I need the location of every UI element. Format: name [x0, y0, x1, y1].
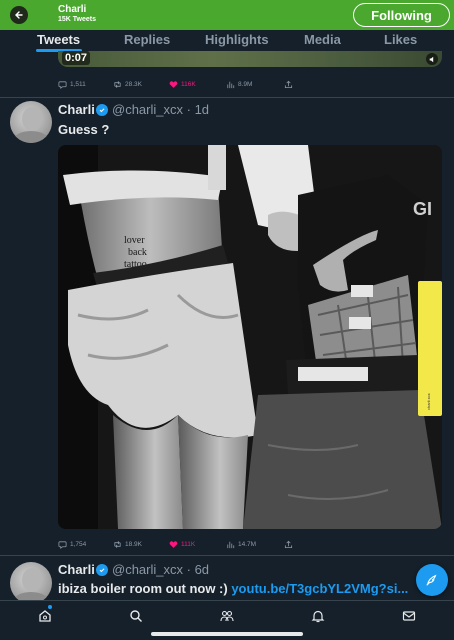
- like-count: 116K: [181, 81, 196, 88]
- vest-text: GI: [413, 199, 432, 219]
- tweet-text-body: ibiza boiler room out now :): [58, 581, 232, 596]
- unread-indicator-dot: [48, 605, 52, 609]
- back-arrow-icon: [15, 11, 23, 19]
- views-count: 8.9M: [238, 81, 253, 88]
- tweet-link[interactable]: youtu.be/T3gcbYL2VMg?si...: [231, 581, 408, 596]
- avatar[interactable]: [10, 101, 52, 143]
- heart-filled-icon: [169, 81, 178, 88]
- header-tweet-count: 15K Tweets: [58, 16, 96, 23]
- tab-tweets[interactable]: Tweets: [37, 32, 80, 47]
- notifications-icon[interactable]: [311, 609, 325, 623]
- tweet-photo[interactable]: lover back tattoo GI charli xcx: [58, 145, 442, 529]
- tweet-handle-text: @charli_xcx: [112, 562, 183, 577]
- mute-icon[interactable]: [426, 53, 438, 65]
- tab-media[interactable]: Media: [304, 32, 341, 47]
- compose-icon: [426, 574, 437, 586]
- views-button[interactable]: 8.9M: [226, 80, 252, 89]
- views-icon: [227, 541, 235, 549]
- tweet-author-name[interactable]: Charli: [58, 102, 95, 117]
- reply-button[interactable]: 1,754: [58, 540, 86, 549]
- communities-icon[interactable]: [220, 609, 234, 623]
- reply-icon: [58, 541, 67, 549]
- tattoo-text: back: [128, 247, 147, 258]
- video-player[interactable]: 0:07: [58, 51, 442, 67]
- share-button[interactable]: [284, 540, 293, 549]
- retweet-button[interactable]: 28.3K: [113, 80, 142, 89]
- tweet-text: Guess ?: [58, 122, 110, 137]
- tweet-divider: [0, 555, 454, 556]
- verified-badge-icon: [96, 104, 108, 116]
- tweet-text: ibiza boiler room out now :) youtu.be/T3…: [58, 581, 408, 596]
- messages-icon[interactable]: [402, 609, 416, 623]
- retweet-icon: [114, 541, 121, 548]
- profile-tabs: Tweets Replies Highlights Media Likes: [0, 30, 454, 52]
- tab-highlights[interactable]: Highlights: [205, 32, 269, 47]
- retweet-count: 18.9K: [125, 541, 142, 548]
- views-icon: [227, 81, 235, 89]
- heart-filled-icon: [169, 541, 178, 548]
- video-time: 0:07: [62, 51, 91, 65]
- share-icon: [284, 540, 293, 549]
- tweet-time: 1d: [194, 102, 210, 117]
- tweet-actions: 1,754 18.9K 111K 14.7M: [58, 540, 358, 552]
- header-name: Charli: [58, 4, 87, 15]
- retweet-button[interactable]: 18.9K: [113, 540, 142, 549]
- back-button[interactable]: [10, 6, 28, 24]
- reply-button[interactable]: 1,511: [58, 80, 86, 89]
- verified-badge-icon: [96, 564, 108, 576]
- retweet-count: 28.3K: [125, 81, 142, 88]
- tab-likes[interactable]: Likes: [384, 32, 417, 47]
- like-button[interactable]: 111K: [169, 540, 195, 549]
- following-button[interactable]: Following: [353, 3, 450, 27]
- share-icon: [284, 80, 293, 89]
- prev-tweet-actions: 1,511 28.3K 116K 8.9M: [58, 80, 358, 92]
- sticky-note-text: charli xcx: [426, 393, 431, 410]
- like-count: 111K: [181, 541, 196, 548]
- tweet-handle-text: @charli_xcx: [112, 102, 183, 117]
- reply-icon: [58, 81, 67, 89]
- tweet-divider: [0, 97, 454, 98]
- home-icon[interactable]: [38, 609, 52, 623]
- tweet-author-handle[interactable]: @charli_xcx · 6d: [112, 562, 209, 577]
- compose-button[interactable]: [416, 564, 448, 596]
- tweet-time: 6d: [194, 562, 210, 577]
- reply-count: 1,754: [70, 541, 87, 548]
- tattoo-text: lover: [124, 235, 145, 246]
- search-icon[interactable]: [129, 609, 143, 623]
- avatar[interactable]: [10, 562, 52, 604]
- like-button[interactable]: 116K: [169, 80, 196, 89]
- home-indicator-bar[interactable]: [151, 632, 303, 636]
- views-button[interactable]: 14.7M: [226, 540, 256, 549]
- tab-replies[interactable]: Replies: [124, 32, 170, 47]
- views-count: 14.7M: [238, 541, 257, 548]
- share-button[interactable]: [284, 80, 293, 89]
- reply-count: 1,511: [70, 81, 86, 88]
- tweet-author-name[interactable]: Charli: [58, 562, 95, 577]
- retweet-icon: [114, 81, 121, 88]
- tweet-author-handle[interactable]: @charli_xcx · 1d: [112, 102, 209, 117]
- profile-header: Charli 15K Tweets Following: [0, 0, 454, 30]
